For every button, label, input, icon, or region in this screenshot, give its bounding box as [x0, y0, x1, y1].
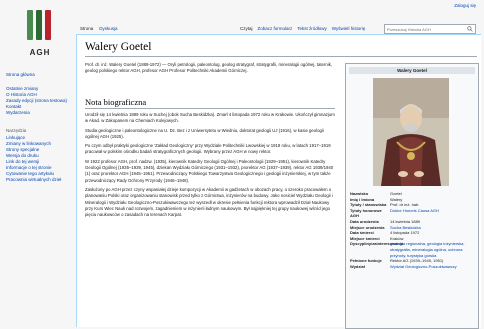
agh-logo-mark: [27, 10, 51, 42]
sidebar-group-navigation: Ostatnie zmiany O Historia AGH Zasady ed…: [6, 86, 72, 116]
infobox-row: Wydział Wydział Geologiczno-Poszukiwawczy: [350, 264, 474, 270]
intro-section: Prof. dr. inż. Walery Goetel (1889-1972)…: [85, 62, 335, 78]
infobox-row: Dyscypliny/zainteresowania geologia regio…: [350, 241, 474, 258]
infobox: Walery Goetel Nazwisko Goetel Imię i Imio…: [345, 63, 479, 329]
bio-paragraph: Studia geologiczne i paleontologiczne na…: [85, 127, 324, 139]
sidebar-item-events[interactable]: Wydarzenia: [6, 110, 72, 116]
biography-section: Urodził się 14 kwietnia 1889 roku w Such…: [85, 112, 335, 221]
agh-logo[interactable]: AGH: [22, 10, 58, 62]
sidebar-group-main: Strona główna: [6, 72, 72, 78]
tab-page[interactable]: Strona: [80, 26, 93, 31]
infobox-row: Tytuły honorowe AGH Doktor Honoris Causa …: [350, 208, 474, 219]
sidebar-tools-heading: Narzędzia: [6, 128, 27, 133]
search-icon[interactable]: [467, 26, 473, 32]
agh-logo-text: AGH: [29, 48, 51, 57]
sidebar-group-tools: Narzędzia Linkujące Zmiany w linkowanych…: [6, 128, 72, 183]
sidebar-item-main-page[interactable]: Strona główna: [6, 72, 72, 78]
page-title: Walery Goetel: [85, 41, 152, 53]
content-area: Walery Goetel Prof. dr. inż. Walery Goet…: [76, 34, 481, 329]
section-heading: Nota biograficzna: [85, 97, 147, 107]
bio-paragraph: Zasłużony po AGH przez czyny wspaniałej …: [85, 186, 333, 218]
infobox-value-link[interactable]: Doktor Honoris Causa AGH: [390, 208, 474, 219]
infobox-key: Dyscypliny/zainteresowania: [350, 241, 404, 247]
tab-read[interactable]: Czytaj: [240, 26, 253, 31]
login-link[interactable]: Zaloguj się: [454, 3, 476, 8]
infobox-key: Tytuły honorowe AGH: [350, 207, 382, 219]
infobox-key: Wydział: [350, 263, 365, 269]
view-tabs: Czytaj Zobacz formularz Tekst źródłowy W…: [240, 26, 365, 31]
infobox-rows: Nazwisko Goetel Imię i Imiona Walery Tytuł…: [350, 191, 474, 269]
section-divider: [85, 108, 335, 109]
intro-paragraph: Prof. dr. inż. Walery Goetel (1889-1972)…: [85, 62, 333, 74]
infobox-title: Walery Goetel: [349, 67, 475, 74]
infobox-value-link[interactable]: geologia regionalna, geologia inżyniersk…: [390, 241, 474, 258]
bio-paragraph: Urodził się 14 kwietnia 1889 roku w Such…: [85, 112, 335, 124]
search-box: [384, 24, 476, 34]
infobox-value-link[interactable]: Wydział Geologiczno-Poszukiwawczy: [390, 264, 474, 270]
namespace-tabs: Strona Dyskusja: [80, 26, 118, 31]
tab-view-form[interactable]: Zobacz formularz: [258, 26, 293, 31]
title-divider: [85, 56, 477, 57]
bio-paragraph: Po czym odbył praktyki geologiczne 'Zakł…: [85, 143, 331, 155]
tab-history[interactable]: Wyświetl historię: [332, 26, 365, 31]
sidebar-item-virtual-works[interactable]: Pracownia wirtualnych dzieł: [6, 177, 72, 183]
portrait-image[interactable]: [373, 78, 449, 186]
search-input[interactable]: [387, 26, 465, 32]
sidebar: AGH Strona główna Ostatnie zmiany O Hist…: [0, 0, 74, 326]
bio-paragraph: W 1922 profesor AGH, prof. nadzw. (1935)…: [85, 158, 334, 183]
tab-discussion[interactable]: Dyskusja: [99, 26, 117, 31]
tab-view-source[interactable]: Tekst źródłowy: [297, 26, 327, 31]
